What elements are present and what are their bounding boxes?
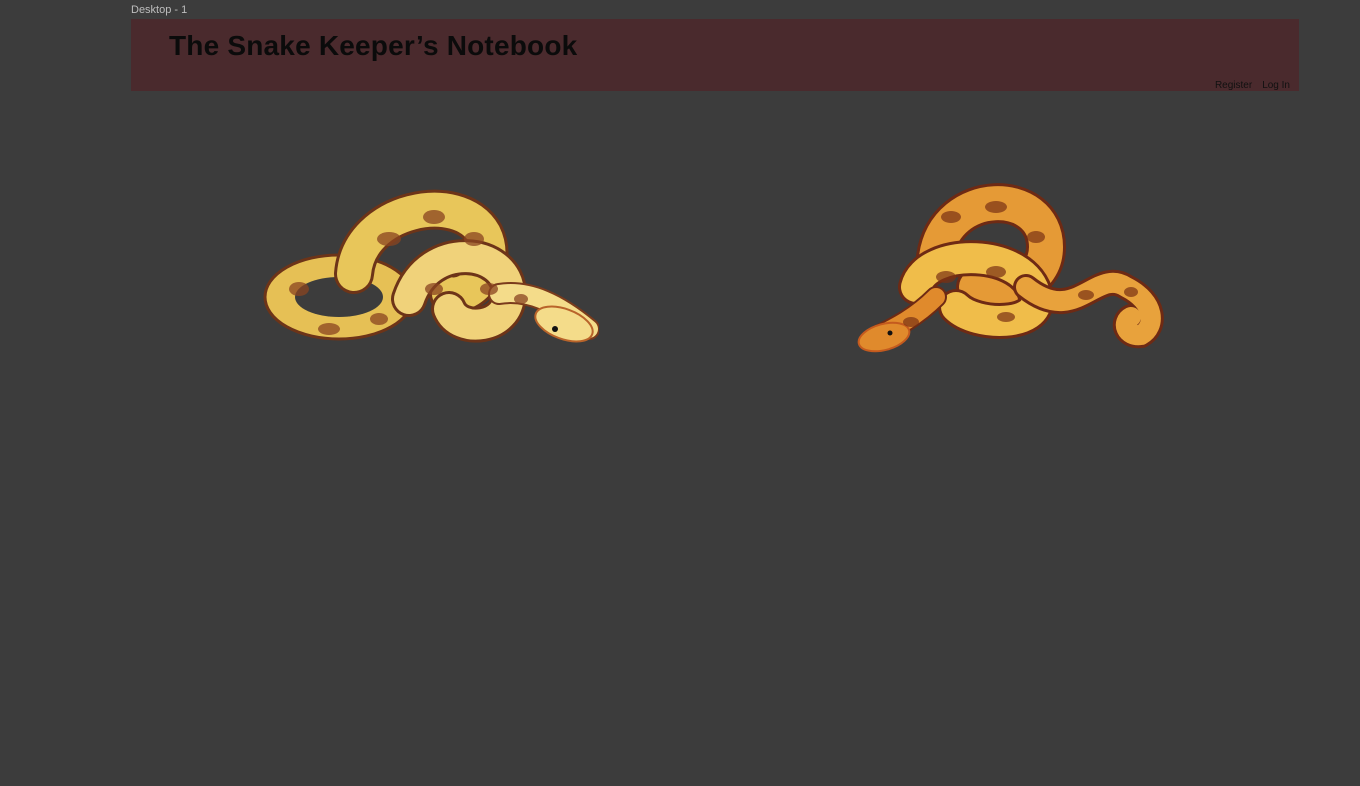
register-link[interactable]: Register bbox=[1215, 80, 1252, 91]
snake-image-orange bbox=[857, 183, 1164, 353]
site-header: The Snake Keeper’s Notebook Register Log… bbox=[131, 19, 1299, 91]
desktop-frame: The Snake Keeper’s Notebook Register Log… bbox=[131, 19, 1299, 786]
site-title: The Snake Keeper’s Notebook bbox=[169, 30, 578, 61]
snake-image-yellow bbox=[263, 189, 599, 343]
login-link[interactable]: Log In bbox=[1262, 80, 1290, 91]
auth-links: Register Log In bbox=[1215, 80, 1290, 91]
snake-body bbox=[857, 183, 1164, 353]
snake-body bbox=[263, 189, 599, 343]
frame-label: Desktop - 1 bbox=[131, 4, 188, 16]
